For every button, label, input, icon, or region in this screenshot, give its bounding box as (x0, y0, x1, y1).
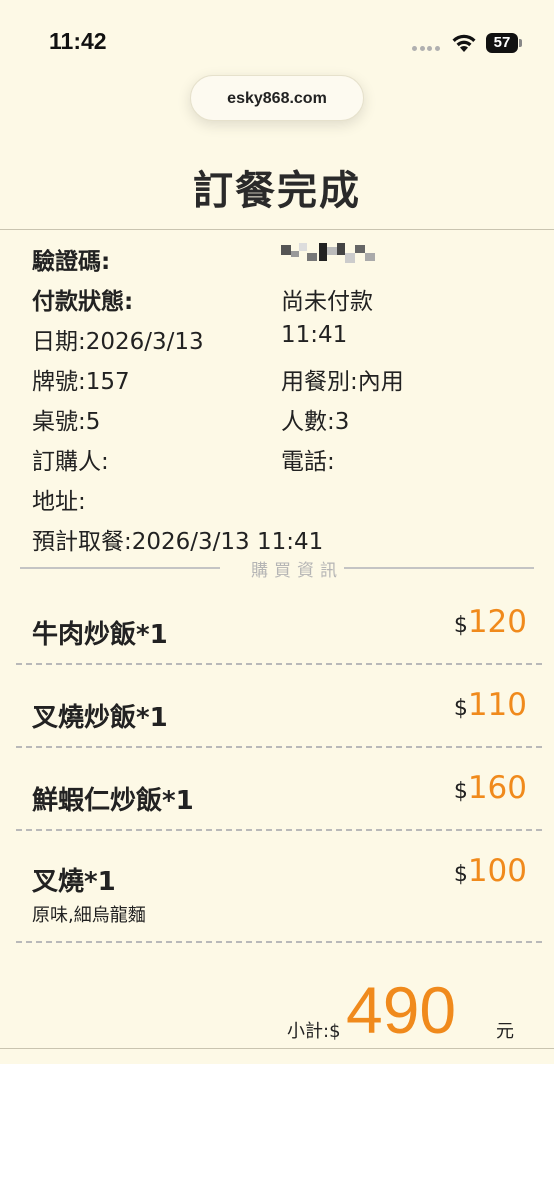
item-price: $120 (454, 604, 527, 640)
item-amount: 110 (467, 687, 527, 723)
item-currency: $ (453, 779, 468, 804)
wifi-icon (450, 31, 478, 53)
item-name: 叉燒*1 (32, 867, 116, 897)
table-number: 桌號:5 (32, 409, 101, 435)
order-date: 日期:2026/3/13 (32, 329, 204, 355)
item-separator (16, 829, 542, 831)
subtotal-unit: 元 (496, 1021, 514, 1042)
phone-number: 電話: (281, 449, 335, 475)
item-amount: 100 (467, 853, 527, 889)
subtotal: 小計:$ 490 元 (0, 960, 554, 1050)
payment-status-label: 付款狀態: (32, 289, 134, 315)
item-amount: 120 (467, 604, 527, 640)
order-complete-page: 11:42 57 esky868.com 訂餐完成 驗證碼: 付款狀態: 尚未付… (0, 0, 554, 1064)
item-currency: $ (453, 862, 468, 887)
item-price: $110 (454, 687, 527, 723)
orderer-name: 訂購人: (32, 449, 109, 475)
purchase-info-divider: 購買資訊 (20, 556, 534, 581)
item-amount: 160 (467, 770, 527, 806)
pickup-time: 預計取餐:2026/3/13 11:41 (32, 529, 324, 555)
item-currency: $ (453, 613, 468, 638)
bottom-divider (0, 1048, 554, 1049)
battery-icon: 57 (486, 33, 522, 53)
address: 地址: (32, 489, 86, 515)
item-note: 原味,細烏龍麵 (32, 905, 146, 926)
order-item: 鮮蝦仁炒飯*1 $160 (0, 770, 554, 830)
item-separator (16, 663, 542, 665)
item-price: $160 (454, 770, 527, 806)
battery-level: 57 (493, 34, 511, 51)
plate-number: 牌號:157 (32, 369, 130, 395)
item-name: 牛肉炒飯*1 (32, 620, 168, 650)
item-price: $100 (454, 853, 527, 889)
people-count: 人數:3 (281, 409, 350, 435)
order-item: 叉燒*1 原味,細烏龍麵 $100 (0, 853, 554, 943)
page-title: 訂餐完成 (193, 168, 361, 214)
title-divider (0, 229, 554, 230)
item-name: 叉燒炒飯*1 (32, 703, 168, 733)
item-separator (16, 941, 542, 943)
dining-type: 用餐別:內用 (281, 369, 404, 395)
subtotal-label: 小計:$ (287, 1021, 341, 1042)
subtotal-amount: 490 (346, 973, 457, 1047)
item-separator (16, 746, 542, 748)
order-time: 11:41 (281, 322, 348, 348)
url-bar[interactable]: esky868.com (190, 75, 364, 121)
payment-status-value: 尚未付款 (281, 289, 373, 315)
status-time: 11:42 (49, 28, 107, 54)
masked-verification-code (281, 241, 377, 269)
signal-icon (412, 46, 442, 52)
item-name: 鮮蝦仁炒飯*1 (32, 786, 194, 816)
status-bar: 11:42 57 (0, 0, 554, 80)
order-item: 牛肉炒飯*1 $120 (0, 604, 554, 664)
item-currency: $ (453, 696, 468, 721)
order-item: 叉燒炒飯*1 $110 (0, 687, 554, 747)
verification-label: 驗證碼: (32, 249, 111, 275)
